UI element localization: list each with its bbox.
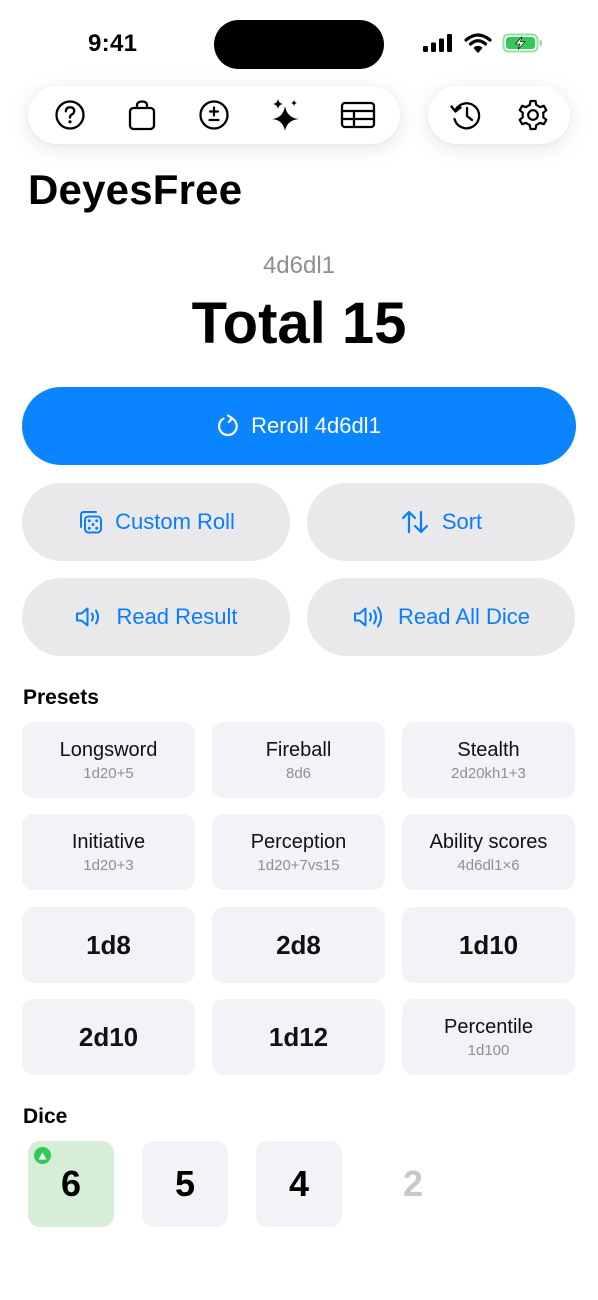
preset-name: Ability scores [429, 830, 548, 853]
history-button[interactable] [441, 90, 491, 140]
preset-name: 1d12 [268, 1021, 329, 1052]
main-toolbar [28, 86, 400, 144]
die-result-dropped[interactable]: 2 [370, 1141, 456, 1227]
preset-2d8[interactable]: 2d8 [212, 907, 385, 983]
preset-2d10[interactable]: 2d10 [22, 999, 195, 1075]
battery-charging-icon [502, 33, 542, 53]
custom-roll-label: Custom Roll [115, 509, 235, 534]
app-title: DeyesFree [28, 166, 243, 213]
die-value: 2 [402, 1163, 424, 1204]
side-toolbar [428, 86, 570, 144]
speaker-wave-icon [76, 607, 100, 627]
die-result[interactable]: 6 [28, 1141, 114, 1227]
cellular-signal-icon [423, 34, 452, 52]
read-result-label: Read Result [116, 604, 238, 629]
status-icons [422, 32, 544, 54]
preset-name: Longsword [59, 738, 158, 761]
preset-name: 1d8 [86, 929, 131, 960]
die-result[interactable]: 4 [256, 1141, 342, 1227]
read-all-dice-button[interactable]: Read All Dice [307, 578, 575, 656]
preset-percentile[interactable]: Percentile 1d100 [402, 999, 575, 1075]
preset-expression: 4d6dl1×6 [457, 856, 520, 874]
presets-heading: Presets [23, 686, 99, 709]
status-bar: 9:41 [0, 0, 598, 80]
reroll-label: Reroll 4d6dl1 [251, 413, 381, 438]
dice-heading: Dice [23, 1105, 68, 1128]
bag-icon [128, 100, 156, 131]
modifier-button[interactable] [189, 90, 239, 140]
sort-arrows-icon [401, 510, 428, 534]
dynamic-island [214, 20, 384, 69]
preset-name: Fireball [265, 738, 332, 761]
preset-name: Perception [250, 830, 347, 853]
preset-1d10[interactable]: 1d10 [402, 907, 575, 983]
plus-minus-icon [199, 100, 229, 130]
die-result[interactable]: 5 [142, 1141, 228, 1227]
preset-name: Percentile [444, 1015, 533, 1038]
preset-expression: 1d100 [467, 1041, 510, 1059]
preset-initiative[interactable]: Initiative 1d20+3 [22, 814, 195, 890]
sort-button[interactable]: Sort [307, 483, 575, 561]
read-all-dice-label: Read All Dice [397, 604, 531, 629]
custom-roll-button[interactable]: Custom Roll [22, 483, 290, 561]
table-icon [340, 101, 376, 129]
preset-1d8[interactable]: 1d8 [22, 907, 195, 983]
preset-name: 2d8 [276, 929, 321, 960]
sort-label: Sort [441, 509, 483, 534]
die-value: 5 [174, 1163, 196, 1204]
dice-icon [80, 511, 103, 534]
help-button[interactable] [45, 90, 95, 140]
speaker-wave-3-icon [353, 606, 382, 628]
sparkles-icon [272, 99, 299, 131]
roll-total: Total 15 [191, 291, 407, 356]
bag-button[interactable] [117, 90, 167, 140]
read-result-button[interactable]: Read Result [22, 578, 290, 656]
table-button[interactable] [333, 90, 383, 140]
preset-expression: 1d20+3 [83, 856, 134, 874]
settings-icon [518, 99, 547, 131]
preset-stealth[interactable]: Stealth 2d20kh1+3 [402, 722, 575, 798]
wifi-icon [464, 33, 492, 53]
preset-fireball[interactable]: Fireball 8d6 [212, 722, 385, 798]
preset-name: 2d10 [78, 1021, 139, 1052]
status-time: 9:41 [88, 30, 138, 57]
preset-name: Initiative [71, 830, 146, 853]
preset-ability-scores[interactable]: Ability scores 4d6dl1×6 [402, 814, 575, 890]
die-value: 4 [288, 1163, 310, 1204]
settings-button[interactable] [508, 90, 558, 140]
max-roll-badge [34, 1147, 51, 1164]
preset-expression: 1d20+5 [83, 764, 134, 782]
magic-button[interactable] [261, 90, 311, 140]
reroll-button[interactable]: Reroll 4d6dl1 [22, 387, 576, 465]
help-icon [55, 100, 85, 130]
preset-name: 1d10 [458, 929, 519, 960]
preset-name: Stealth [457, 738, 520, 761]
preset-longsword[interactable]: Longsword 1d20+5 [22, 722, 195, 798]
triangle-up-icon [38, 1152, 47, 1159]
roll-expression: 4d6dl1 [262, 252, 336, 279]
reroll-icon [218, 414, 238, 437]
history-icon [449, 102, 480, 130]
preset-expression: 8d6 [285, 764, 312, 782]
die-value: 6 [60, 1163, 82, 1204]
preset-expression: 1d20+7vs15 [257, 856, 340, 874]
preset-1d12[interactable]: 1d12 [212, 999, 385, 1075]
preset-perception[interactable]: Perception 1d20+7vs15 [212, 814, 385, 890]
preset-expression: 2d20kh1+3 [451, 764, 526, 782]
